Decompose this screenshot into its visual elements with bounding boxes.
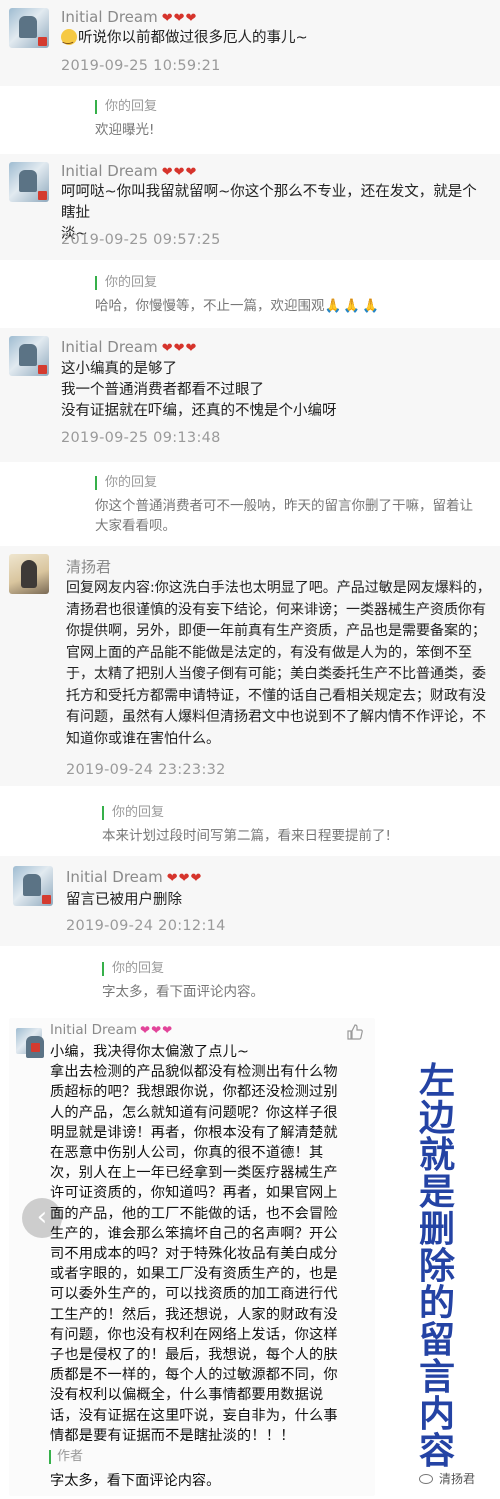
reply-label: 你的回复 — [102, 806, 164, 820]
heart-badge-icon: ❤❤❤ — [161, 341, 198, 356]
commenter-name: 清扬君 — [66, 558, 112, 576]
avatar[interactable] — [9, 8, 49, 48]
reply-block: 你的回复 字太多，看下面评论内容。 — [0, 946, 500, 1008]
comment-text: 这小编真的是够了 我一个普通消费者都看不过眼了 没有证据就在吓编，还真的不愧是个… — [61, 361, 337, 419]
comment-text: 听说你以前都做过很多厄人的事儿~ — [61, 27, 490, 49]
reply-label: 你的回复 — [95, 100, 157, 114]
chevron-left-icon[interactable]: ‹ — [22, 1198, 62, 1238]
reply-block: 你的回复 欢迎曝光! — [0, 86, 500, 154]
avatar[interactable] — [13, 866, 53, 906]
reply-block: 你的回复 哈哈，你慢慢等，不止一篇，欢迎围观🙏🙏🙏 — [0, 260, 500, 328]
comment-timestamp: 2019-09-24 20:12:14 — [66, 918, 226, 934]
reply-label: 你的回复 — [95, 476, 157, 490]
reply-text: 欢迎曝光! — [95, 122, 155, 138]
comment-text: 留言已被用户删除 — [66, 892, 182, 908]
annotation-note: 左边就是删除的留言内容 — [418, 1061, 455, 1472]
commenter-name: Initial Dream ❤❤❤ — [61, 162, 198, 180]
reply-label: 你的回复 — [95, 276, 157, 290]
comment-timestamp: 2019-09-25 09:57:25 — [61, 232, 221, 248]
commenter-name: Initial Dream ❤❤❤ — [61, 8, 198, 26]
reply-text: 字太多，看下面评论内容。 — [102, 984, 264, 1000]
comment-timestamp: 2019-09-24 23:23:32 — [66, 762, 226, 778]
reply-block: 你的回复 你这个普通消费者可不一般呐，昨天的留言你删了干嘛，留着让 大家看看呗。 — [0, 462, 500, 546]
author-reply-text: 字太多，看下面评论内容。 — [50, 1473, 221, 1489]
praying-hands-icon: 🙏🙏🙏 — [324, 298, 381, 314]
reply-text: 本来计划过段时间写第二篇，看来日程要提前了! — [102, 828, 391, 844]
deleted-comment-card: Initial Dream ❤❤❤ 小编，我决得你太偏激了点儿~ 拿出去检测的产品… — [9, 1018, 375, 1496]
wechat-icon — [419, 1474, 433, 1484]
deleted-comment-text: 小编，我决得你太偏激了点儿~ 拿出去检测的产品貌似都没有检测出有什么物 质超标的… — [50, 1044, 338, 1444]
comment-timestamp: 2019-09-25 09:13:48 — [61, 430, 221, 446]
commenter-name: Initial Dream ❤❤❤ — [66, 868, 203, 886]
comment-card: Initial Dream ❤❤❤ 这小编真的是够了 我一个普通消费者都看不过眼了… — [0, 328, 500, 462]
heart-badge-icon: ❤❤❤ — [166, 871, 203, 886]
reply-label: 你的回复 — [102, 962, 164, 976]
reply-block: 你的回复 本来计划过段时间写第二篇，看来日程要提前了! — [0, 786, 500, 856]
commenter-name: Initial Dream ❤❤❤ — [61, 338, 198, 356]
watermark: 清扬君 — [419, 1470, 475, 1487]
thumbs-up-icon[interactable] — [347, 1024, 363, 1044]
commenter-name: Initial Dream ❤❤❤ — [50, 1022, 174, 1038]
comment-timestamp: 2019-09-25 10:59:21 — [61, 58, 221, 74]
reply-text: 你这个普通消费者可不一般呐，昨天的留言你删了干嘛，留着让 大家看看呗。 — [95, 498, 473, 534]
avatar[interactable] — [9, 336, 49, 376]
comment-card: 清扬君 回复网友内容:你这洗白手法也太明显了吧。产品过敏是网友爆料的， 清扬君也… — [0, 546, 500, 786]
comment-card: Initial Dream ❤❤❤ 呵呵哒~你叫我留就留啊~你这个那么不专业，还在… — [0, 154, 500, 260]
heart-badge-icon: ❤❤❤ — [140, 1023, 174, 1037]
comment-card: Initial Dream ❤❤❤ 留言已被用户删除 2019-09-24 20:… — [0, 856, 500, 946]
smile-emoji-icon — [61, 27, 77, 48]
comment-text: 回复网友内容:你这洗白手法也太明显了吧。产品过敏是网友爆料的， 清扬君也很谨慎的… — [66, 580, 491, 747]
avatar[interactable] — [9, 162, 49, 202]
comment-card: Initial Dream❤❤❤ 听说你以前都做过很多厄人的事儿~ 2019-0… — [0, 0, 500, 86]
avatar[interactable] — [9, 554, 49, 594]
heart-badge-icon: ❤❤❤ — [161, 11, 198, 26]
heart-badge-icon: ❤❤❤ — [161, 165, 198, 180]
reply-text: 哈哈，你慢慢等，不止一篇，欢迎围观🙏🙏🙏 — [95, 298, 381, 314]
avatar[interactable] — [16, 1028, 44, 1058]
author-label: 作者 — [49, 1450, 83, 1464]
